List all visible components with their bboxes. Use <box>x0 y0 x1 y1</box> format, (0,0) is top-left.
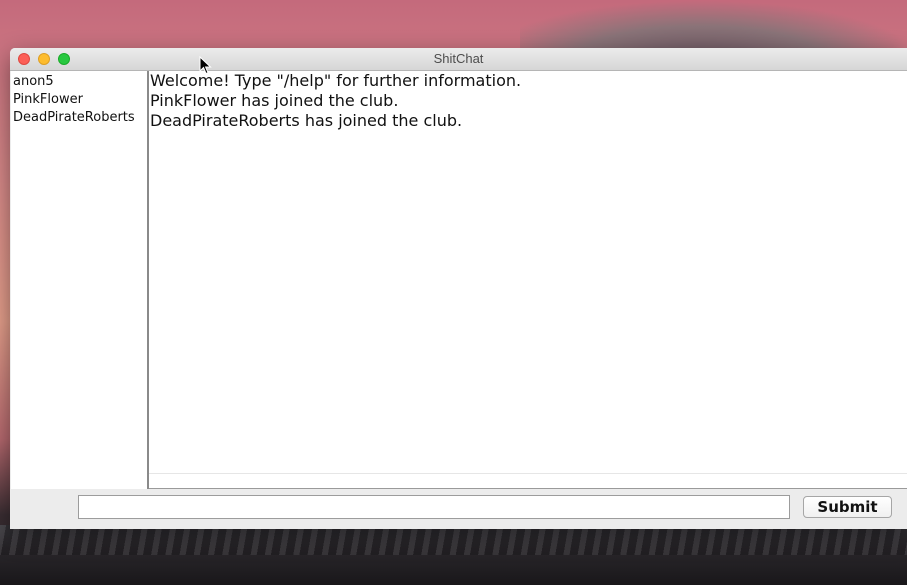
chat-message: Welcome! Type "/help" for further inform… <box>150 71 522 90</box>
horizontal-scrollbar[interactable] <box>149 473 907 488</box>
user-list[interactable]: anon5 PinkFlower DeadPirateRoberts <box>11 71 149 490</box>
user-list-item[interactable]: DeadPirateRoberts <box>11 109 147 127</box>
message-input[interactable] <box>78 495 790 519</box>
chat-message: PinkFlower has joined the club. <box>150 91 399 110</box>
chat-log[interactable]: Welcome! Type "/help" for further inform… <box>149 71 907 489</box>
wallpaper-rocks <box>0 525 907 585</box>
mouse-pointer-icon <box>199 56 212 75</box>
chat-message: DeadPirateRoberts has joined the club. <box>150 111 463 130</box>
title-bar[interactable]: ShitChat <box>10 48 907 71</box>
chat-window: ShitChat anon5 PinkFlower DeadPirateRobe… <box>10 48 907 529</box>
user-list-item[interactable]: PinkFlower <box>11 91 147 109</box>
submit-button[interactable]: Submit <box>803 496 892 518</box>
user-list-item[interactable]: anon5 <box>11 73 147 91</box>
input-bar: Submit <box>10 489 907 529</box>
window-title: ShitChat <box>433 51 484 66</box>
